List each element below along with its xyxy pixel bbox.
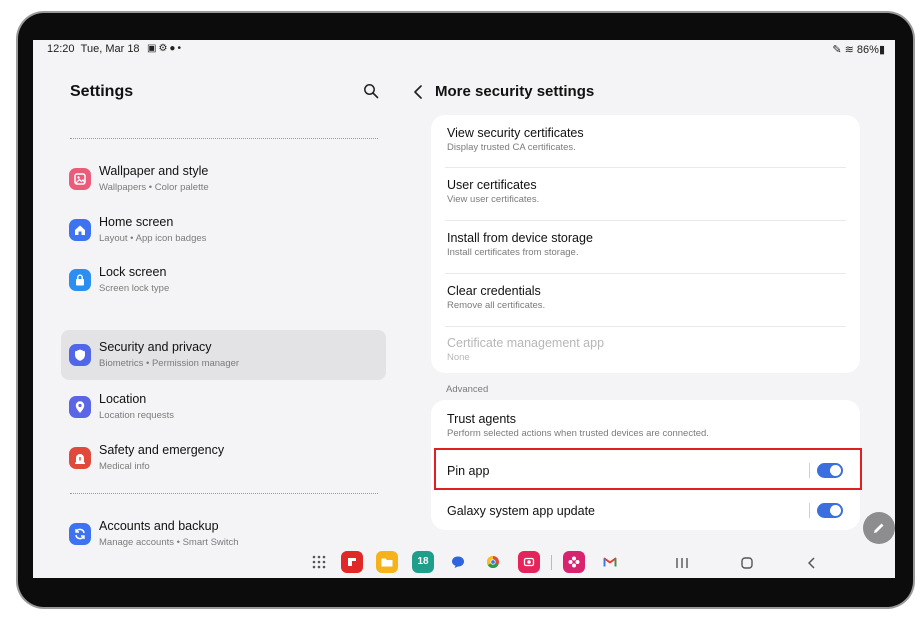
view-security-certificates-item[interactable]: View security certificates Display trust…	[431, 115, 860, 168]
item-label: Clear credentials	[447, 284, 541, 298]
sidebar-item-label: Accounts and backup	[99, 519, 219, 533]
sidebar-item-label: Location	[99, 392, 147, 406]
taskbar: 18	[33, 548, 895, 578]
galaxy-system-app-update-item[interactable]: Galaxy system app update	[431, 490, 860, 530]
sidebar-item-lock-screen[interactable]: Lock screen Screen lock type	[61, 255, 386, 305]
sidebar-item-security-privacy[interactable]: Security and privacy Biometrics • Permis…	[61, 330, 386, 380]
image-icon: ▣	[147, 43, 159, 54]
edit-fab-button[interactable]	[863, 512, 895, 544]
wifi-icon: ≋	[844, 44, 854, 56]
item-label: View security certificates	[447, 126, 584, 140]
calendar-day: 18	[417, 556, 429, 567]
chrome-icon[interactable]	[482, 551, 504, 573]
divider	[809, 503, 810, 518]
home-icon	[69, 219, 91, 241]
sidebar-item-label: Lock screen	[99, 265, 167, 279]
item-sub: View user certificates.	[447, 194, 540, 205]
item-sub: Display trusted CA certificates.	[447, 142, 576, 153]
taskbar-divider	[551, 555, 552, 570]
settings-title: Settings	[70, 83, 134, 100]
back-arrow-icon[interactable]	[411, 84, 425, 100]
sidebar-item-home-screen[interactable]: Home screen Layout • App icon badges	[61, 205, 386, 255]
status-date: Tue, Mar 18	[80, 43, 140, 55]
sidebar-item-safety-emergency[interactable]: Safety and emergency Medical info	[61, 433, 386, 483]
app-drawer-icon[interactable]	[308, 551, 330, 573]
back-icon[interactable]	[803, 554, 821, 572]
certificate-management-app-item: Certificate management app None	[431, 327, 860, 373]
location-icon	[69, 396, 91, 418]
item-label: Galaxy system app update	[447, 504, 595, 518]
sidebar-item-label: Safety and emergency	[99, 443, 225, 457]
shield-icon	[69, 344, 91, 366]
sidebar-item-label: Wallpaper and style	[99, 164, 209, 178]
clear-credentials-item[interactable]: Clear credentials Remove all certificate…	[431, 274, 860, 327]
home-icon[interactable]	[738, 554, 756, 572]
sidebar-item-wallpaper[interactable]: Wallpaper and style Wallpapers • Color p…	[61, 154, 386, 204]
battery-level: 86%	[856, 44, 879, 56]
sidebar-item-sub: Screen lock type	[99, 283, 170, 294]
item-label: User certificates	[447, 178, 537, 192]
sidebar-item-sub: Medical info	[99, 461, 150, 472]
sidebar-item-sub: Layout • App icon badges	[99, 233, 207, 244]
gmail-icon[interactable]	[599, 551, 621, 573]
battery-icon: ▮	[878, 44, 885, 56]
settings-icon: ⚙	[158, 43, 170, 54]
dot-icon: •	[177, 43, 183, 54]
search-icon[interactable]	[363, 83, 379, 99]
trust-agents-item[interactable]: Trust agents Perform selected actions wh…	[431, 400, 860, 450]
sidebar-item-sub: Location requests	[99, 410, 174, 421]
screen-recorder-icon[interactable]	[518, 551, 540, 573]
messages-icon[interactable]	[447, 551, 469, 573]
calendar-icon[interactable]: 18	[412, 551, 434, 573]
sidebar-item-label: Home screen	[99, 215, 174, 229]
pen-icon: ✎	[832, 44, 842, 56]
sidebar-item-sub: Wallpapers • Color palette	[99, 182, 209, 193]
recents-icon[interactable]	[673, 554, 691, 572]
item-label: Trust agents	[447, 412, 517, 426]
sync-icon	[69, 523, 91, 545]
pencil-icon	[874, 523, 884, 533]
page-title: More security settings	[435, 83, 595, 100]
lock-icon	[69, 269, 91, 291]
flipboard-icon[interactable]	[341, 551, 363, 573]
files-icon[interactable]	[376, 551, 398, 573]
galaxy-system-app-update-toggle[interactable]	[817, 503, 843, 518]
status-bar: 12:20 Tue, Mar 18 ▣⚙●• ✎ ≋ 86%▮	[33, 40, 895, 58]
certificates-card: View security certificates Display trust…	[431, 115, 860, 373]
item-sub: None	[447, 352, 470, 363]
item-label: Install from device storage	[447, 231, 593, 245]
screen: 12:20 Tue, Mar 18 ▣⚙●• ✎ ≋ 86%▮ Settings…	[33, 40, 895, 578]
sidebar-item-label: Security and privacy	[99, 340, 212, 354]
item-sub: Perform selected actions when trusted de…	[447, 428, 709, 439]
status-time: 12:20	[47, 43, 75, 55]
item-sub: Install certificates from storage.	[447, 247, 579, 258]
sidebar-item-sub: Manage accounts • Smart Switch	[99, 537, 239, 548]
sidebar-item-location[interactable]: Location Location requests	[61, 382, 386, 432]
advanced-section-label: Advanced	[446, 384, 489, 395]
install-from-device-storage-item[interactable]: Install from device storage Install cert…	[431, 221, 860, 274]
status-right: ✎ ≋ 86%▮	[832, 43, 885, 56]
item-label: Certificate management app	[447, 336, 605, 350]
divider	[70, 493, 378, 494]
item-sub: Remove all certificates.	[447, 300, 546, 311]
bixby-icon[interactable]	[563, 551, 585, 573]
user-certificates-item[interactable]: User certificates View user certificates…	[431, 168, 860, 221]
emergency-icon	[69, 447, 91, 469]
divider	[70, 138, 378, 139]
status-time-date: 12:20 Tue, Mar 18	[47, 43, 140, 55]
sidebar-item-sub: Biometrics • Permission manager	[99, 358, 240, 369]
wallpaper-icon	[69, 168, 91, 190]
pin-app-highlight	[434, 448, 862, 490]
notification-icons: ▣⚙●•	[147, 43, 183, 54]
